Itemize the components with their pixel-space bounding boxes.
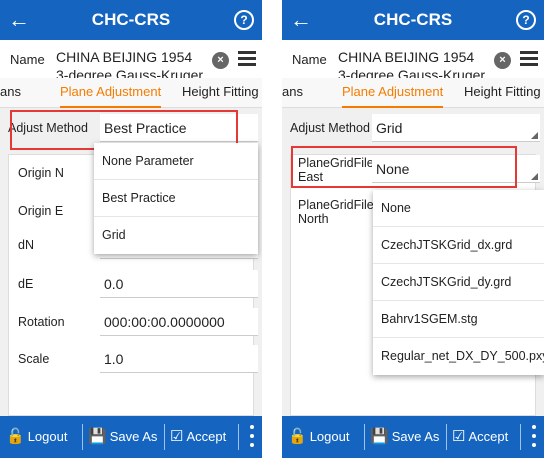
name-label: Name bbox=[10, 52, 45, 67]
name-field[interactable]: CHINA BEIJING 1954 3-degree Gauss-Kruger… bbox=[56, 48, 204, 78]
tab-height-fitting[interactable]: Height Fitting bbox=[464, 78, 541, 108]
name-row: Name CHINA BEIJING 1954 3-degree Gauss-K… bbox=[282, 40, 544, 78]
save-as-button[interactable]: 💾 Save As bbox=[370, 416, 439, 458]
save-as-label: Save As bbox=[391, 429, 440, 444]
tab-parameters[interactable]: ans bbox=[282, 78, 303, 108]
list-icon[interactable] bbox=[520, 51, 538, 67]
grid-north-label: PlaneGridFile North bbox=[298, 198, 374, 226]
checkbox-icon: ☑ bbox=[170, 428, 184, 445]
accept-label: Accept bbox=[468, 429, 509, 444]
logout-button[interactable]: 🔓 Logout bbox=[6, 416, 67, 458]
lock-icon: 🔓 bbox=[288, 428, 307, 445]
clear-icon[interactable]: × bbox=[494, 52, 511, 69]
tab-parameters[interactable]: ans bbox=[0, 78, 21, 108]
save-icon: 💾 bbox=[88, 428, 107, 445]
accept-button[interactable]: ☑ Accept bbox=[170, 416, 226, 458]
clear-icon[interactable]: × bbox=[212, 52, 229, 69]
bottom-bar: 🔓 Logout 💾 Save As ☑ Accept bbox=[282, 416, 544, 458]
divider bbox=[82, 424, 83, 450]
screen-left: ← CHC-CRS ? Name CHINA BEIJING 1954 3-de… bbox=[0, 0, 262, 458]
divider bbox=[520, 424, 521, 450]
divider bbox=[164, 424, 165, 450]
rotation-field[interactable]: 000:00:00.0000000 bbox=[100, 308, 258, 336]
screen-right: ← CHC-CRS ? Name CHINA BEIJING 1954 3-de… bbox=[282, 0, 544, 458]
divider bbox=[364, 424, 365, 450]
tab-bar: ans Plane Adjustment Height Fitting bbox=[0, 78, 262, 108]
dropdown-option[interactable]: CzechJTSKGrid_dx.grd bbox=[373, 227, 544, 264]
name-row: Name CHINA BEIJING 1954 3-degree Gauss-K… bbox=[0, 40, 262, 78]
dropdown-option[interactable]: Grid bbox=[94, 217, 258, 254]
de-label: dE bbox=[18, 277, 34, 291]
question-circle-icon[interactable]: ? bbox=[516, 10, 536, 30]
logout-button[interactable]: 🔓 Logout bbox=[288, 416, 349, 458]
more-options-icon[interactable] bbox=[248, 425, 256, 449]
list-icon[interactable] bbox=[238, 51, 256, 67]
question-circle-icon[interactable]: ? bbox=[234, 10, 254, 30]
divider bbox=[446, 424, 447, 450]
title-bar: ← CHC-CRS ? bbox=[0, 0, 262, 40]
tab-plane-adjustment[interactable]: Plane Adjustment bbox=[60, 78, 162, 108]
adjust-method-select[interactable]: Grid bbox=[372, 114, 540, 142]
scale-label: Scale bbox=[18, 352, 50, 366]
divider bbox=[238, 424, 239, 450]
name-label: Name bbox=[292, 52, 327, 67]
adjust-method-dropdown: None Parameter Best Practice Grid bbox=[94, 143, 258, 254]
highlight-box bbox=[291, 146, 517, 188]
lock-icon: 🔓 bbox=[6, 428, 25, 445]
dropdown-option[interactable]: Best Practice bbox=[94, 180, 258, 217]
dropdown-option[interactable]: CzechJTSKGrid_dy.grd bbox=[373, 264, 544, 301]
title-bar: ← CHC-CRS ? bbox=[282, 0, 544, 40]
origin-n-label: Origin N bbox=[18, 166, 64, 180]
accept-button[interactable]: ☑ Accept bbox=[452, 416, 508, 458]
dropdown-option[interactable]: None bbox=[373, 190, 544, 227]
tab-height-fitting[interactable]: Height Fitting bbox=[182, 78, 259, 108]
logout-label: Logout bbox=[27, 429, 68, 444]
logout-label: Logout bbox=[309, 429, 350, 444]
more-options-icon[interactable] bbox=[530, 425, 538, 449]
save-as-label: Save As bbox=[109, 429, 158, 444]
scale-row: Scale 1.0 bbox=[0, 342, 262, 376]
adjust-method-label: Adjust Method bbox=[290, 121, 370, 135]
page-title: CHC-CRS bbox=[373, 10, 453, 29]
rotation-row: Rotation 000:00:00.0000000 bbox=[0, 305, 262, 339]
checkbox-icon: ☑ bbox=[452, 428, 466, 445]
origin-e-label: Origin E bbox=[18, 204, 64, 218]
page-title: CHC-CRS bbox=[91, 10, 171, 29]
accept-label: Accept bbox=[186, 429, 227, 444]
save-as-button[interactable]: 💾 Save As bbox=[88, 416, 157, 458]
adjust-method-row: Adjust Method Grid bbox=[282, 111, 544, 145]
rotation-label: Rotation bbox=[18, 315, 65, 329]
bottom-bar: 🔓 Logout 💾 Save As ☑ Accept bbox=[0, 416, 262, 458]
name-field[interactable]: CHINA BEIJING 1954 3-degree Gauss-Kruger… bbox=[338, 48, 486, 78]
dropdown-option[interactable]: Regular_net_DX_DY_500.pxy bbox=[373, 338, 544, 375]
scale-field[interactable]: 1.0 bbox=[100, 345, 258, 373]
de-field[interactable]: 0.0 bbox=[100, 270, 258, 298]
dropdown-option[interactable]: None Parameter bbox=[94, 143, 258, 180]
dn-label: dN bbox=[18, 238, 34, 252]
dropdown-option[interactable]: Bahrv1SGEM.stg bbox=[373, 301, 544, 338]
save-icon: 💾 bbox=[370, 428, 389, 445]
tab-bar: ans Plane Adjustment Height Fitting bbox=[282, 78, 544, 108]
tab-plane-adjustment[interactable]: Plane Adjustment bbox=[342, 78, 444, 108]
de-row: dE 0.0 bbox=[0, 267, 262, 301]
grid-file-dropdown: None CzechJTSKGrid_dx.grd CzechJTSKGrid_… bbox=[373, 190, 544, 375]
